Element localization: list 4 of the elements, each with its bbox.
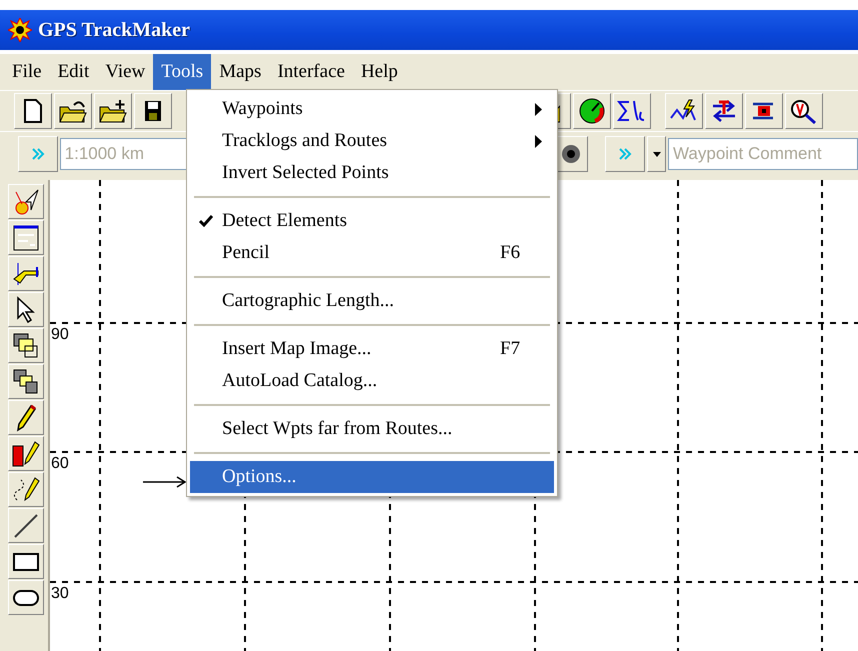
grid-label: 30: [51, 585, 69, 603]
grid-label: 90: [51, 326, 69, 344]
grid-label: 60: [51, 455, 69, 473]
window-title: GPS TrackMaker: [38, 18, 190, 42]
